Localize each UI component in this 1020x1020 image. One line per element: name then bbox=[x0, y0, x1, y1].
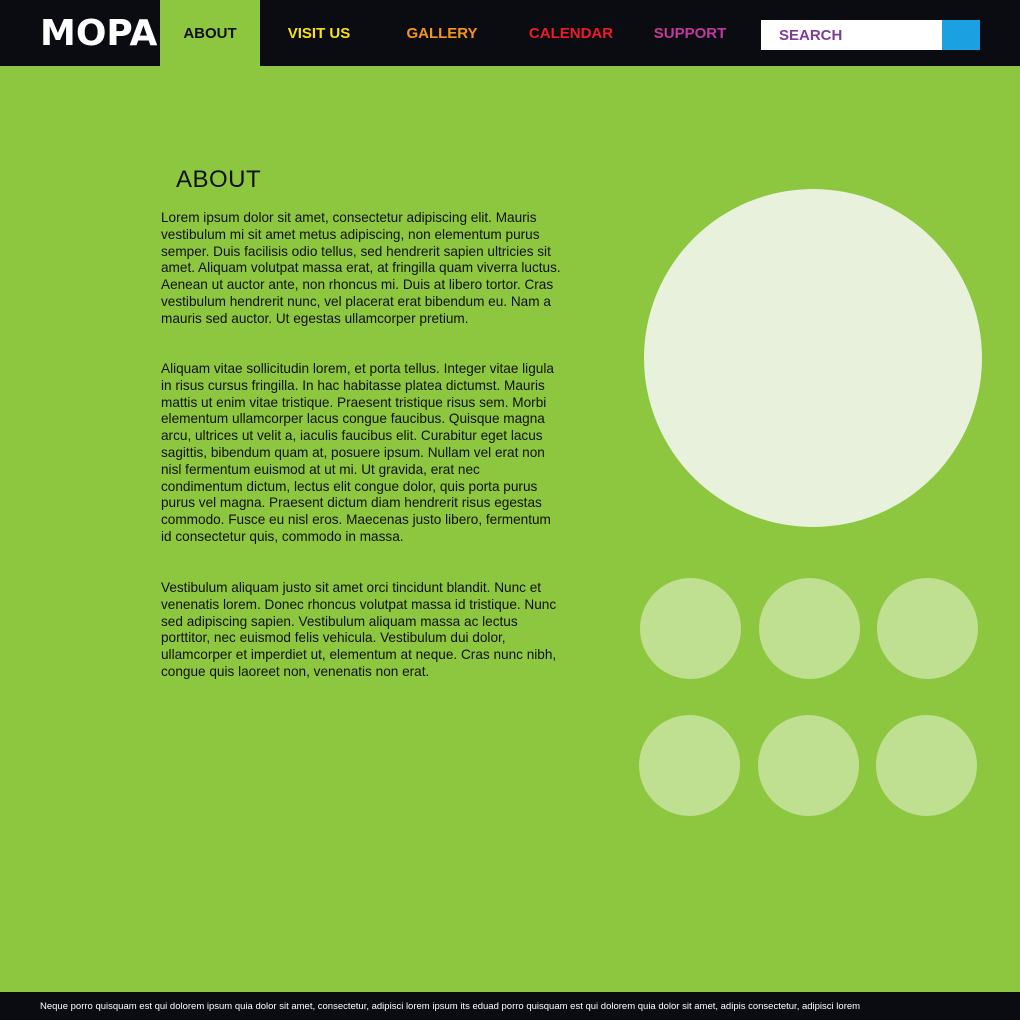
gallery-thumbnail-2[interactable] bbox=[759, 578, 860, 679]
top-navigation-bar: MOPA ABOUT VISIT US GALLERY CALENDAR SUP… bbox=[0, 0, 1020, 66]
gallery-thumbnail-3[interactable] bbox=[877, 578, 978, 679]
page-title: ABOUT bbox=[176, 166, 262, 193]
featured-image-placeholder bbox=[644, 189, 982, 527]
gallery-thumbnail-4[interactable] bbox=[639, 715, 740, 816]
about-paragraph-3: Vestibulum aliquam justo sit amet orci t… bbox=[161, 580, 557, 679]
footer-text: Neque porro quisquam est qui dolorem ips… bbox=[40, 1001, 861, 1012]
gallery-thumbnail-1[interactable] bbox=[640, 578, 741, 679]
nav-item-calendar[interactable]: CALENDAR bbox=[520, 0, 622, 66]
about-paragraph-2: Aliquam vitae sollicitudin lorem, et por… bbox=[161, 361, 554, 544]
nav-item-visit-us-label: VISIT US bbox=[287, 24, 351, 42]
page: MOPA ABOUT VISIT US GALLERY CALENDAR SUP… bbox=[0, 0, 1020, 1020]
nav-item-about[interactable]: ABOUT bbox=[160, 0, 260, 66]
gallery-thumbnail-5[interactable] bbox=[758, 715, 859, 816]
nav-item-support[interactable]: SUPPORT bbox=[640, 0, 740, 66]
footer: Neque porro quisquam est qui dolorem ips… bbox=[0, 992, 1020, 1020]
gallery-thumbnail-6[interactable] bbox=[876, 715, 977, 816]
nav-item-about-label: ABOUT bbox=[183, 24, 237, 42]
nav-item-support-label: SUPPORT bbox=[653, 24, 727, 42]
search-input[interactable] bbox=[761, 20, 942, 50]
nav-item-gallery[interactable]: GALLERY bbox=[392, 0, 492, 66]
nav-item-visit-us[interactable]: VISIT US bbox=[270, 0, 368, 66]
logo[interactable]: MOPA bbox=[40, 14, 157, 54]
about-paragraph-1: Lorem ipsum dolor sit amet, consectetur … bbox=[161, 210, 561, 326]
search-button[interactable] bbox=[942, 20, 980, 50]
nav-item-gallery-label: GALLERY bbox=[406, 24, 478, 42]
nav-item-calendar-label: CALENDAR bbox=[528, 24, 614, 42]
